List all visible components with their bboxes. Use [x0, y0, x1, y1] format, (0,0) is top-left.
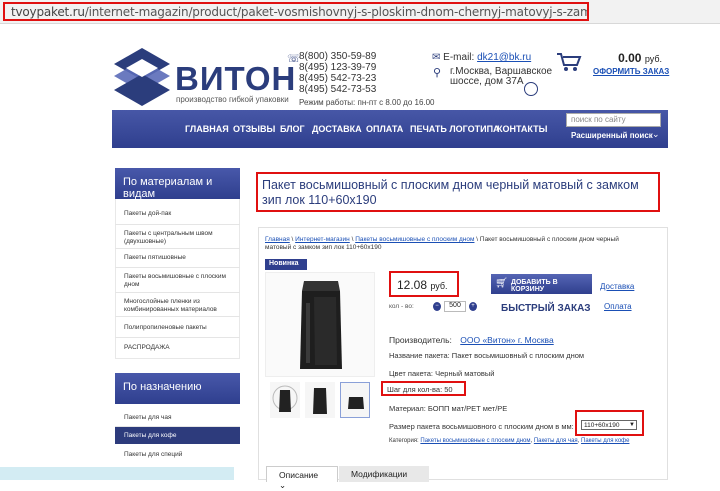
- sidebar-item-multilayer[interactable]: Многослойные пленки из комбинированных м…: [115, 298, 240, 314]
- size-select[interactable]: 110+60х190 ▼: [581, 420, 637, 430]
- chevron-down-icon: ⌄: [279, 480, 287, 490]
- category-link[interactable]: Пакеты восьмишовные с плоским дном: [420, 438, 530, 444]
- quick-order-button[interactable]: БЫСТРЫЙ ЗАКАЗ: [501, 303, 591, 314]
- user-account-icon[interactable]: [524, 82, 538, 96]
- category-link[interactable]: Пакеты для кофе: [581, 438, 629, 444]
- quantity-step-row: Шаг для кол-ва: 50: [381, 381, 466, 396]
- sidebar-item-sale[interactable]: РАСПРОДАЖА: [115, 344, 240, 352]
- sidebar-item-doypack[interactable]: Пакеты дой-пак: [115, 210, 240, 218]
- producer-link[interactable]: ООО «Витон» г. Москва: [460, 335, 553, 345]
- dropdown-arrow-icon: ▼: [629, 422, 635, 428]
- sidebar-item-coffee[interactable]: Пакеты для кофе: [115, 427, 240, 444]
- sidebar-heading-purpose: По назначению: [115, 373, 240, 404]
- breadcrumb-link[interactable]: Главная: [265, 236, 290, 243]
- divider: [115, 224, 240, 225]
- delivery-link[interactable]: Доставка: [600, 282, 634, 291]
- cart-icon[interactable]: [556, 52, 582, 72]
- divider: [115, 337, 240, 338]
- logo-subtitle: производство гибкой упаковки: [176, 95, 289, 104]
- quantity-label: кол - во:: [389, 303, 414, 310]
- url-path: /internet-magazin/product/paket-vosmisho…: [84, 5, 587, 19]
- nav-item-delivery[interactable]: ДОСТАВКА: [312, 124, 362, 134]
- cart-currency: руб.: [644, 54, 662, 64]
- quantity-increase-button[interactable]: +: [469, 302, 477, 311]
- url-field[interactable]: tvoypaket.ru/internet-magazin/product/pa…: [3, 2, 589, 21]
- location-icon: ⚲: [433, 67, 442, 79]
- nav-item-home[interactable]: ГЛАВНАЯ: [185, 124, 229, 134]
- browser-address-bar: tvoypaket.ru/internet-magazin/product/pa…: [0, 0, 720, 24]
- divider: [115, 267, 240, 268]
- sidebar-item-polypropylene[interactable]: Полипропиленовые пакеты: [115, 324, 240, 332]
- product-thumbnail[interactable]: [305, 382, 335, 418]
- nav-item-blog[interactable]: БЛОГ: [280, 124, 305, 134]
- phone-number: 8(495) 542-73-53: [299, 84, 377, 95]
- divider: [115, 248, 240, 249]
- categories-row: Категория: Пакеты восьмишовные с плоским…: [389, 438, 630, 444]
- product-title: Пакет восьмишовный с плоским дном черный…: [256, 172, 660, 212]
- phone-number: 8(495) 542-73-23: [299, 73, 377, 84]
- email-link[interactable]: dk21@bk.ru: [477, 52, 531, 63]
- sidebar-item-eight-seam[interactable]: Пакеты восьмишовные с плоским дном: [115, 273, 240, 289]
- checkout-link[interactable]: ОФОРМИТЬ ЗАКАЗ: [593, 67, 669, 76]
- phone-list: 8(800) 350-59-89 8(495) 123-39-79 8(495)…: [299, 51, 376, 95]
- sidebar-item-central-seam[interactable]: Пакеты с центральным швом (двухшовные): [115, 230, 240, 246]
- payment-link[interactable]: Оплата: [604, 302, 632, 311]
- phone-number: 8(495) 123-39-79: [299, 62, 377, 73]
- advanced-search-link[interactable]: Расширенный поиск: [571, 131, 653, 140]
- logo-icon[interactable]: [112, 46, 172, 108]
- email-block: ✉ E-mail: dk21@bk.ru: [432, 52, 531, 63]
- cart-sum-value: 0.00: [618, 51, 642, 65]
- name-row: Название пакета: Пакет восьмишовный с пл…: [389, 351, 585, 360]
- nav-item-logo-print[interactable]: ПЕЧАТЬ ЛОГОТИПА: [410, 124, 500, 134]
- nav-item-reviews[interactable]: ОТЗЫВЫ: [233, 124, 275, 134]
- chat-widget-strip[interactable]: [0, 467, 234, 480]
- divider: [115, 316, 240, 317]
- chevron-down-icon[interactable]: ⌄: [652, 129, 660, 140]
- product-thumbnail[interactable]: [340, 382, 370, 418]
- quantity-input[interactable]: 500: [444, 301, 466, 312]
- color-row: Цвет пакета: Черный матовый: [389, 369, 495, 378]
- producer-row: Производитель: ООО «Витон» г. Москва: [389, 335, 554, 345]
- address: г.Москва, Варшавское шоссе, дом 37А: [450, 67, 552, 87]
- price-currency: руб.: [430, 281, 448, 291]
- search-input[interactable]: поиск по сайту: [566, 113, 661, 127]
- size-label: Размер пакета восьмишовного с плоским дн…: [389, 422, 574, 431]
- size-select-value: 110+60х190: [584, 422, 620, 429]
- breadcrumb-link[interactable]: Пакеты восьмишовные с плоским дном: [355, 236, 474, 243]
- new-badge: Новинка: [265, 259, 307, 270]
- url-host: tvoypaket.ru: [11, 5, 85, 19]
- nav-item-contacts[interactable]: КОНТАКТЫ: [497, 124, 547, 134]
- cart-total: 0.00 руб.: [612, 51, 662, 65]
- breadcrumb-link[interactable]: Интернет-магазин: [295, 236, 350, 243]
- phone-icon: ☏: [287, 53, 301, 65]
- cart-add-icon: 🛒︎: [495, 278, 508, 289]
- price-value: 12.08: [397, 278, 428, 292]
- sidebar-item-five-seam[interactable]: Пакеты пятишовные: [115, 254, 240, 262]
- quantity-decrease-button[interactable]: −: [433, 302, 441, 311]
- sidebar: По материалам и видам Пакеты дой-пак Пак…: [115, 168, 240, 480]
- working-hours: Режим работы: пн-пт с 8.00 до 16.00: [299, 98, 435, 107]
- mail-icon: ✉: [432, 52, 441, 63]
- sidebar-item-tea[interactable]: Пакеты для чая: [115, 414, 240, 422]
- divider: [115, 292, 240, 293]
- product-image[interactable]: [265, 272, 375, 377]
- product-thumbnail[interactable]: [270, 382, 300, 418]
- sidebar-heading-materials: По материалам и видам: [115, 168, 240, 200]
- material-row: Материал: БОПП мат/PET мет/PE: [389, 404, 508, 413]
- sidebar-item-spices[interactable]: Пакеты для специй: [115, 451, 240, 459]
- tab-label: Описание: [279, 470, 319, 480]
- site-header: ВИТОН производство гибкой упаковки ☏ 8(8…: [0, 24, 720, 110]
- email-label: E-mail:: [443, 52, 475, 63]
- logo-text[interactable]: ВИТОН: [175, 60, 296, 98]
- category-link[interactable]: Пакеты для чая: [534, 438, 578, 444]
- categories-label: Категория:: [389, 438, 419, 444]
- price: 12.08 руб.: [389, 271, 459, 297]
- producer-label: Производитель:: [389, 335, 452, 345]
- breadcrumb: Главная \ Интернет-магазин \ Пакеты вось…: [265, 236, 619, 251]
- phone-number: 8(800) 350-59-89: [299, 51, 377, 62]
- nav-item-payment[interactable]: ОПЛАТА: [366, 124, 403, 134]
- bag-illustration: [300, 281, 342, 369]
